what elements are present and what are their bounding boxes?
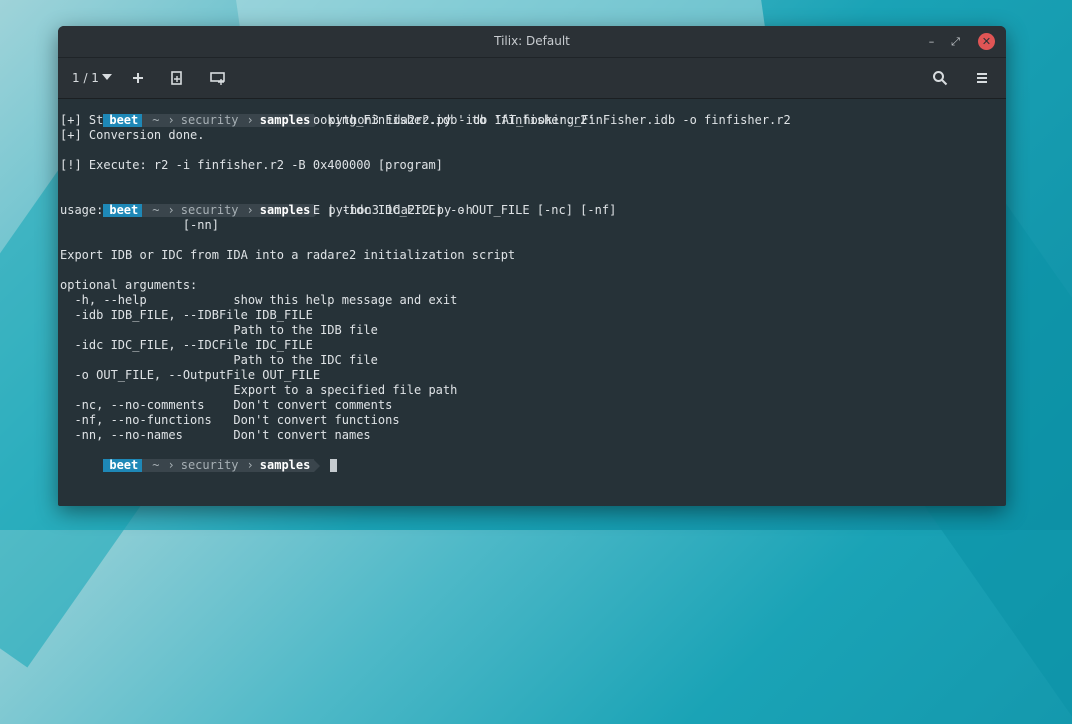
output-line: -h, --help show this help message and ex…: [60, 293, 458, 307]
minimize-button[interactable]: –: [923, 33, 940, 50]
prompt: beet ~ › security › samples: [103, 204, 328, 217]
prompt-sep: ›: [163, 204, 179, 217]
text-cursor: [330, 459, 338, 472]
prompt-line: beet ~ › security › samples python3 ida2r2.py…: [60, 98, 1006, 127]
prompt-home: ~: [142, 204, 164, 217]
prompt-user: beet: [103, 204, 149, 217]
prompt-sep: ›: [242, 204, 258, 217]
close-button[interactable]: ✕: [978, 33, 995, 50]
prompt-dir-current: samples: [257, 114, 315, 127]
toolbar: 1 / 1: [58, 58, 1006, 99]
search-icon[interactable]: [931, 69, 949, 87]
output-line: -idb IDB_FILE, --IDBFile IDB_FILE: [60, 308, 313, 322]
output-line: -o OUT_FILE, --OutputFile OUT_FILE: [60, 368, 321, 382]
output-line: [!] Execute: r2 -i finfisher.r2 -B 0x400…: [60, 158, 443, 172]
menu-icon[interactable]: [973, 69, 991, 87]
maximize-button[interactable]: ⤢: [947, 33, 964, 50]
terminal-window: Tilix: Default – ⤢ ✕ 1 / 1 beet ~ › secu…: [58, 26, 1006, 506]
prompt-user: beet: [103, 114, 149, 127]
prompt-home: ~: [142, 114, 164, 127]
split-vertical-icon[interactable]: [168, 69, 186, 87]
prompt-sep: ›: [242, 459, 258, 472]
prompt: beet ~ › security › samples: [103, 459, 328, 472]
prompt-dir-current: samples: [257, 459, 315, 472]
prompt-line: beet ~ › security › samples: [60, 443, 1006, 472]
split-horizontal-icon[interactable]: [209, 69, 227, 87]
output-line: optional arguments:: [60, 278, 198, 292]
window-title: Tilix: Default: [494, 34, 570, 48]
output-line: Export IDB or IDC from IDA into a radare…: [60, 248, 516, 262]
prompt: beet ~ › security › samples: [103, 114, 328, 127]
output-line: Path to the IDB file: [60, 323, 378, 337]
prompt-user: beet: [103, 459, 149, 472]
prompt-sep: ›: [242, 114, 258, 127]
output-line: [-nn]: [60, 218, 219, 232]
prompt-home: ~: [142, 459, 164, 472]
add-terminal-icon[interactable]: [129, 69, 147, 87]
titlebar[interactable]: Tilix: Default – ⤢ ✕: [58, 26, 1006, 58]
chevron-down-icon[interactable]: [102, 74, 112, 80]
prompt-sep: ›: [163, 114, 179, 127]
prompt-sep: ›: [163, 459, 179, 472]
output-line: -nf, --no-functions Don't convert functi…: [60, 413, 400, 427]
terminal-output[interactable]: beet ~ › security › samples python3 ida2r2.py…: [58, 98, 1006, 506]
output-line: -nn, --no-names Don't convert names: [60, 428, 371, 442]
output-line: Export to a specified file path: [60, 383, 458, 397]
command-output: usage: ida2r2.py [-h] (-idb IDB_FILE | -…: [60, 203, 1006, 443]
prompt-line: beet ~ › security › samples python3 ida2r2.py…: [60, 188, 1006, 217]
session-switcher[interactable]: 1 / 1: [72, 68, 99, 88]
prompt-dir: security: [178, 204, 243, 217]
output-line: [+] Conversion done.: [60, 128, 205, 142]
output-line: Path to the IDC file: [60, 353, 378, 367]
prompt-dir: security: [178, 459, 243, 472]
output-line: -idc IDC_FILE, --IDCFile IDC_FILE: [60, 338, 313, 352]
prompt-dir-current: samples: [257, 204, 315, 217]
prompt-dir: security: [178, 114, 243, 127]
output-line: -nc, --no-comments Don't convert comment…: [60, 398, 393, 412]
